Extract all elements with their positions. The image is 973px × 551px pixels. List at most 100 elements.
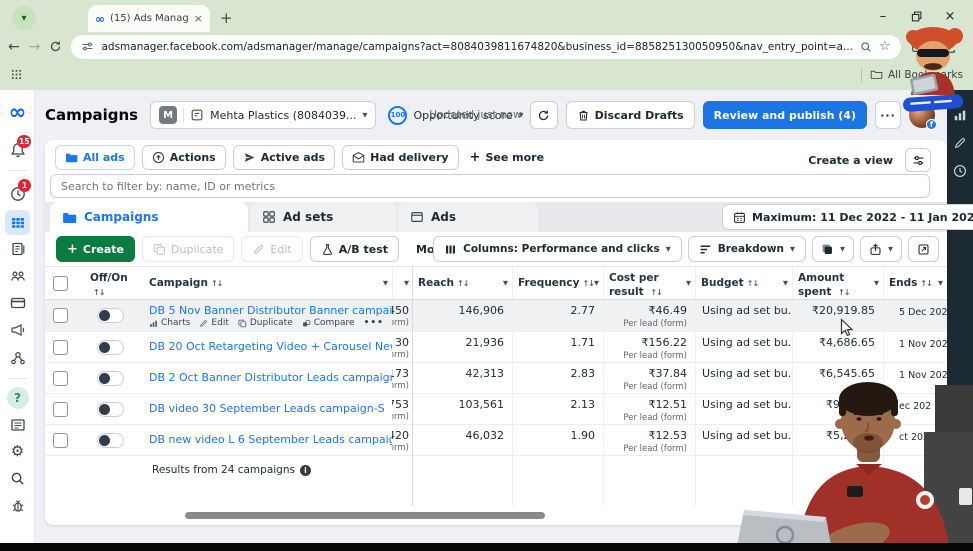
cell-frequency: 1.90 <box>512 425 603 455</box>
reports-button[interactable]: ▼ <box>812 236 854 262</box>
col-header-results-clipped[interactable]: ▼ <box>392 267 412 299</box>
search-icon[interactable] <box>0 471 35 486</box>
filter-sliders-button[interactable] <box>905 148 931 172</box>
campaign-toggle[interactable] <box>97 402 124 417</box>
row-more-actions[interactable]: ••• <box>364 318 384 328</box>
open-charts-button[interactable] <box>908 236 939 262</box>
updated-status: Updated just now <box>429 109 522 121</box>
chip-active-ads[interactable]: Active ads <box>232 145 336 170</box>
campaign-toggle[interactable] <box>97 371 124 386</box>
account-overview-icon[interactable] <box>0 241 35 257</box>
campaign-name-link[interactable]: DB new video L 6 September Leads campaig… <box>135 425 392 455</box>
help-icon[interactable]: ? <box>0 387 35 409</box>
info-icon[interactable]: i <box>299 465 311 476</box>
row-checkbox[interactable] <box>53 340 68 355</box>
col-header-reach[interactable]: Reach ↑↓ ▼ <box>412 267 512 299</box>
edit-button[interactable]: Edit <box>241 236 303 262</box>
discard-drafts-button[interactable]: Discard Drafts <box>565 101 695 129</box>
back-button[interactable]: ← <box>8 40 20 54</box>
duplicate-action[interactable]: Duplicate <box>238 318 293 328</box>
row-checkbox[interactable] <box>53 371 68 386</box>
browser-tab[interactable]: ∞ (15) Ads Manager - Manage ad × <box>88 5 210 32</box>
campaign-name-link[interactable]: DB 20 Oct Retargeting Video + Carousel N… <box>135 332 392 362</box>
create-view-button[interactable]: Create a view <box>808 154 893 167</box>
tab-search-button[interactable]: ▾ <box>12 6 36 30</box>
report-bug-icon[interactable] <box>0 498 35 514</box>
col-header-cost-per-result[interactable]: Cost per result ↑↓ ▼ <box>603 267 695 299</box>
col-header-campaign[interactable]: Campaign ↑↓ ▼ <box>135 267 392 299</box>
updates-icon[interactable] <box>0 417 35 433</box>
duplicate-button[interactable]: Duplicate <box>142 236 235 262</box>
select-all-checkbox[interactable] <box>53 276 68 291</box>
settings-gear-icon[interactable]: ⚙ <box>0 444 35 459</box>
tab-ads[interactable]: Ads <box>398 202 538 232</box>
url-bar[interactable]: adsmanager.facebook.com/adsmanager/manag… <box>71 34 901 59</box>
chevron-down-icon[interactable]: ▼ <box>383 280 388 287</box>
col-header-frequency[interactable]: Frequency ↑↓ ▼ <box>512 267 603 299</box>
history-clock-icon[interactable] <box>953 164 967 178</box>
breakdown-button[interactable]: Breakdown ▼ <box>687 236 806 262</box>
campaign-name-link[interactable]: DB video 30 September Leads campaign-S <box>135 394 392 424</box>
date-range-button[interactable]: Maximum: 11 Dec 2022 - 11 Jan 2026 ▼ <box>722 204 973 230</box>
frozen-pane-divider <box>412 266 413 506</box>
edit-action[interactable]: Edit <box>199 318 229 328</box>
campaign-toggle[interactable] <box>97 433 124 448</box>
row-checkbox[interactable] <box>53 402 68 417</box>
billing-icon[interactable] <box>0 295 35 311</box>
col-header-off-on[interactable]: Off/On ↑↓ <box>78 267 135 299</box>
url-text[interactable]: adsmanager.facebook.com/adsmanager/manag… <box>101 41 853 53</box>
level-tabs-row: Campaigns Ad sets Ads Maximum: 11 Dec 20… <box>45 202 973 232</box>
review-publish-button[interactable]: Review and publish (4) <box>702 101 867 129</box>
table-header-row: Off/On ↑↓ Campaign ↑↓ ▼ ▼ Reach ↑↓ ▼ Frequenc… <box>45 266 947 300</box>
table-row[interactable]: DB 5 Nov Banner Distributor Banner campa… <box>45 300 947 332</box>
col-header-ends[interactable]: Ends ↑↓ ▼ <box>883 267 947 299</box>
columns-button[interactable]: Columns: Performance and clicks ▼ <box>433 236 682 262</box>
grid-icon <box>262 210 276 224</box>
compare-action[interactable]: Compare <box>302 318 355 328</box>
account-selector[interactable]: M Mehta Plastics (8084039... ▼ <box>150 101 377 129</box>
reload-button[interactable] <box>49 40 62 53</box>
create-button[interactable]: + Create <box>56 236 136 262</box>
business-badge: M <box>159 106 178 124</box>
campaign-toggle[interactable] <box>97 308 124 323</box>
col-header-amount-spent[interactable]: Amount spent ↑↓ ▼ <box>792 267 883 299</box>
col-header-budget[interactable]: Budget ↑↓ ▼ <box>695 267 792 299</box>
site-settings-icon[interactable] <box>81 40 94 53</box>
cell-amount-spent: ₹4,686.65 <box>792 332 883 362</box>
omnibox-search-icon[interactable] <box>860 41 872 53</box>
bookmarks-folder-icon <box>870 68 883 81</box>
row-checkbox[interactable] <box>53 308 68 323</box>
chip-had-delivery[interactable]: Had delivery <box>342 145 459 170</box>
horizontal-scrollbar[interactable] <box>185 512 545 519</box>
search-input[interactable] <box>50 174 930 198</box>
copy-icon <box>238 319 247 328</box>
edit-panel-icon[interactable] <box>953 136 967 150</box>
campaign-name-link[interactable]: DB 5 Nov Banner Distributor Banner campa… <box>135 304 392 317</box>
forward-button[interactable]: → <box>29 40 41 54</box>
chip-all-ads[interactable]: All ads <box>55 145 135 170</box>
cell-results-clipped: 420 Per lead (form) <box>392 429 409 453</box>
row-checkbox[interactable] <box>53 433 68 448</box>
meta-logo[interactable]: ∞ <box>0 102 35 123</box>
apps-grid-icon[interactable] <box>10 68 23 81</box>
tab-campaigns[interactable]: Campaigns <box>50 202 248 232</box>
charts-action[interactable]: Charts <box>149 318 190 328</box>
tab-close-icon[interactable]: × <box>194 12 203 25</box>
events-manager-icon[interactable] <box>0 350 35 366</box>
see-more-button[interactable]: + See more <box>466 150 548 165</box>
audiences-icon[interactable] <box>0 268 35 284</box>
campaign-toggle[interactable] <box>97 340 124 355</box>
new-tab-button[interactable]: + <box>220 9 233 27</box>
bookmarks-bar: All Bookmarks <box>0 61 973 88</box>
breakdown-icon <box>699 243 712 256</box>
table-row[interactable]: DB 20 Oct Retargeting Video + Carousel N… <box>45 332 947 363</box>
bookmark-star-icon[interactable]: ☆ <box>879 40 891 53</box>
chip-actions[interactable]: Actions <box>141 145 226 170</box>
export-button[interactable]: ▼ <box>860 236 902 262</box>
refresh-button[interactable] <box>529 101 558 129</box>
ads-promote-icon[interactable] <box>0 322 35 338</box>
campaigns-nav-icon[interactable] <box>0 210 35 235</box>
tab-ad-sets[interactable]: Ad sets <box>250 202 396 232</box>
campaign-name-link[interactable]: DB 2 Oct Banner Distributor Leads campai… <box>135 363 392 393</box>
ab-test-button[interactable]: A/B test <box>309 236 400 262</box>
